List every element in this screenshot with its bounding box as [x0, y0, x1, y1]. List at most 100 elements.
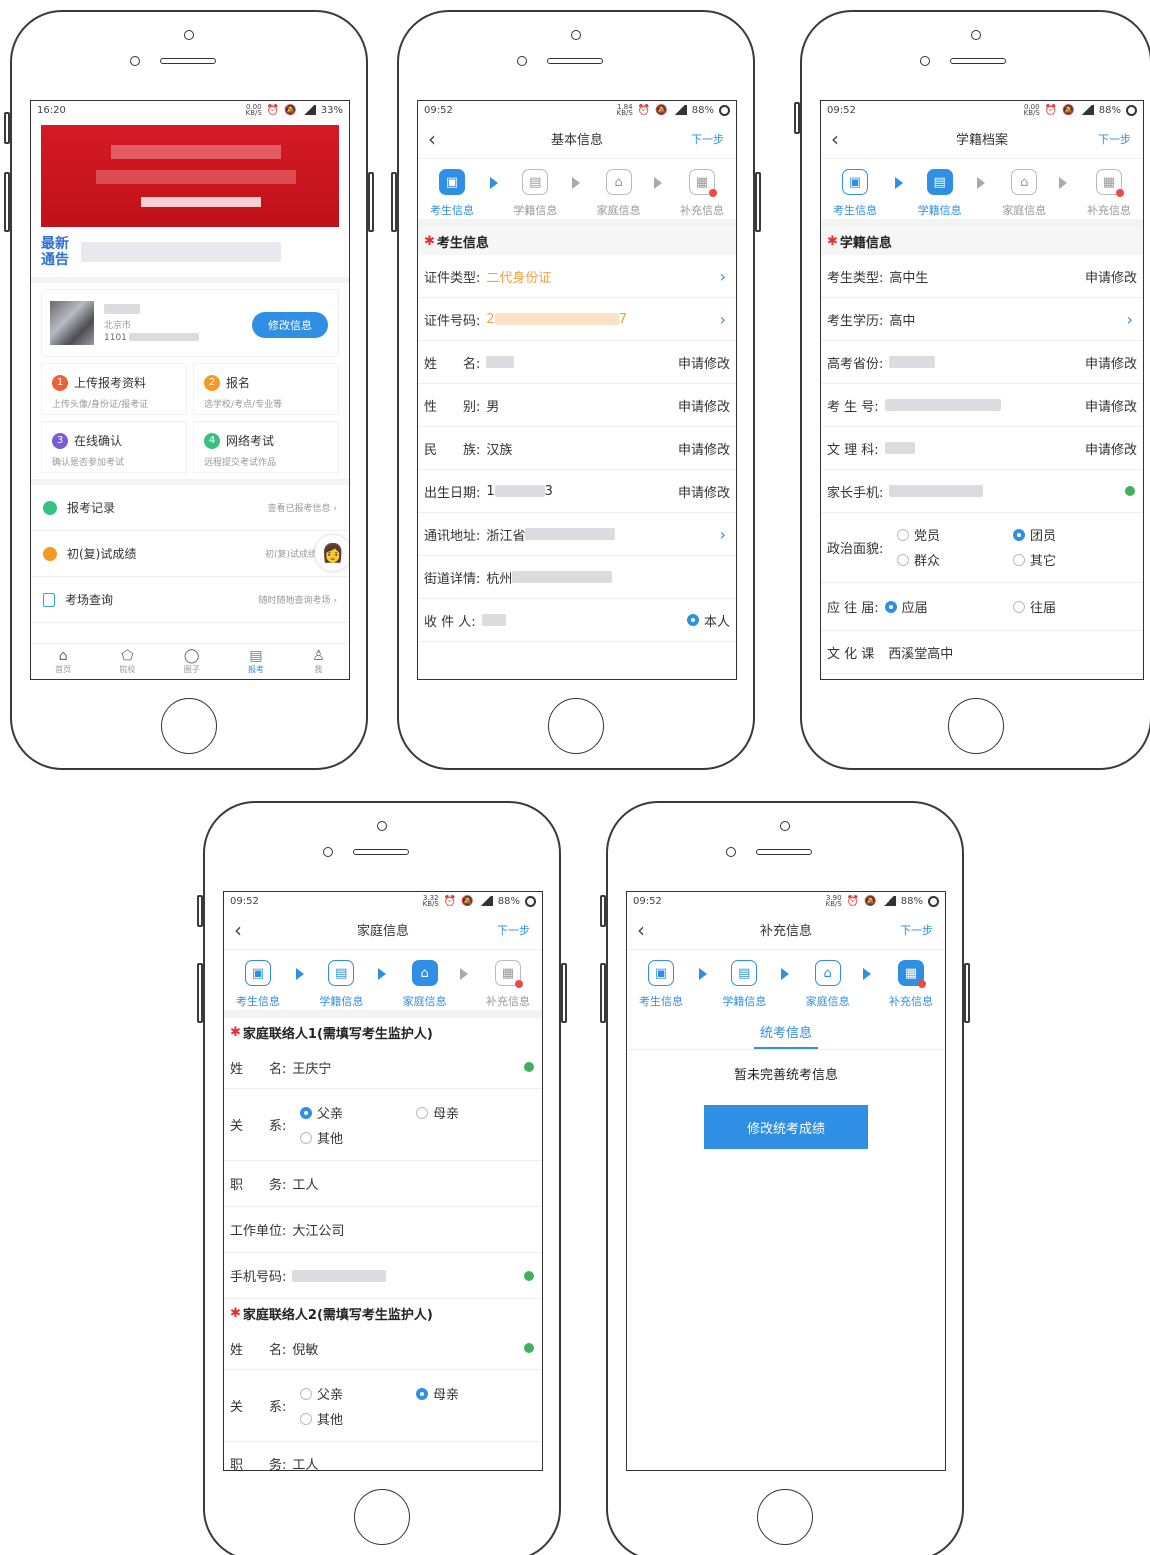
tab-circle[interactable]: ◯ 圈子 [184, 648, 200, 675]
radio-party-member[interactable]: 党员 [897, 525, 1013, 544]
parent-phone-row[interactable]: 家长手机: [821, 470, 1143, 513]
radio-mother[interactable]: 母亲 [416, 1103, 496, 1122]
next-step-button[interactable]: 下一步 [1098, 131, 1131, 147]
address-row[interactable]: 通讯地址: 浙江省 › [418, 513, 736, 556]
contact1-relation-row: 关 系: 父亲 母亲 其他 [224, 1089, 542, 1161]
radio-father[interactable]: 父亲 [300, 1103, 416, 1122]
home-button[interactable] [161, 698, 217, 754]
contact1-job-row[interactable]: 职 务: 工人 [224, 1161, 542, 1207]
net-speed: 1.84 KB/S [616, 103, 633, 117]
tab-apply[interactable]: ▤ 报考 [248, 648, 264, 675]
card-online-exam[interactable]: 4 网络考试 远程提交考试作品 [193, 421, 339, 473]
side-button [197, 963, 203, 1023]
request-change-link[interactable]: 申请修改 [678, 353, 730, 372]
request-change-link[interactable]: 申请修改 [1085, 353, 1137, 372]
id-number-row[interactable]: 证件号码: 2 7 › [418, 298, 736, 341]
step-extra[interactable]: ▦ 补充信息 [674, 169, 730, 219]
step-school[interactable]: ▤ 学籍信息 [313, 960, 369, 1010]
radio-other[interactable]: 其他 [300, 1128, 416, 1147]
customer-service-icon[interactable]: 👩 [315, 535, 349, 571]
home-button[interactable] [548, 698, 604, 754]
edit-exam-score-button[interactable]: 修改统考成绩 [704, 1105, 868, 1149]
notice-bar[interactable]: 最新 通告 [31, 227, 349, 283]
radio-other[interactable]: 其它 [1013, 550, 1093, 569]
back-icon[interactable]: ‹ [428, 119, 436, 159]
battery-icon [719, 104, 730, 116]
step-student[interactable]: ▣ 考生信息 [633, 960, 689, 1018]
request-change-link[interactable]: 申请修改 [678, 482, 730, 501]
arrow-icon [572, 177, 580, 189]
request-change-link[interactable]: 申请修改 [678, 439, 730, 458]
banner[interactable] [41, 125, 339, 227]
front-camera [184, 30, 194, 40]
step-family[interactable]: ⌂ 家庭信息 [800, 960, 856, 1018]
exam-info-tab-bar: 统考信息 [627, 1018, 945, 1050]
request-change-link[interactable]: 申请修改 [1085, 267, 1137, 286]
avatar[interactable] [50, 301, 94, 345]
request-change-link[interactable]: 申请修改 [1085, 439, 1137, 458]
request-change-link[interactable]: 申请修改 [1085, 396, 1137, 415]
contact2-job-row[interactable]: 职 务: 工人 [224, 1442, 542, 1471]
side-button [197, 895, 203, 927]
radio-current-grad[interactable]: 应届 [884, 597, 928, 616]
contact1-name-row[interactable]: 姓 名: 王庆宁 [224, 1046, 542, 1089]
home-button[interactable] [757, 1489, 813, 1545]
contact1-phone-row[interactable]: 手机号码: [224, 1253, 542, 1299]
recipient-self-radio[interactable]: 本人 [686, 611, 730, 630]
radio-mother[interactable]: 母亲 [416, 1384, 496, 1403]
gender-row: 性 别: 男申请修改 [418, 384, 736, 427]
radio-past-grad[interactable]: 往届 [1013, 597, 1056, 616]
street-row[interactable]: 街道详情: 杭州 [418, 556, 736, 599]
education-row[interactable]: 考生学历: 高中 › [821, 298, 1143, 341]
tab-home[interactable]: ⌂ 首页 [55, 648, 71, 675]
contact1-work-row[interactable]: 工作单位: 大江公司 [224, 1207, 542, 1253]
step-school[interactable]: ▤ 学籍信息 [716, 960, 772, 1018]
card-register[interactable]: 2 报名 选学校/考点/专业等 [193, 363, 339, 415]
culture-row: 文 化 课西溪堂高中 [821, 631, 1143, 674]
list-item-records[interactable]: 报考记录 查看已报考信息 › [31, 485, 349, 531]
student-card-icon: ▣ [439, 169, 465, 195]
step-student[interactable]: ▣ 考生信息 [424, 169, 480, 219]
list-item-scores[interactable]: 初(复)试成绩 初(复)试成绩 👩 [31, 531, 349, 577]
radio-father[interactable]: 父亲 [300, 1384, 416, 1403]
list-item-exam-room[interactable]: 考场查询 随时随地查询考场 › [31, 577, 349, 623]
radio-masses[interactable]: 群众 [897, 550, 1013, 569]
step-extra[interactable]: ▦ 补充信息 [1081, 169, 1137, 219]
side-button [600, 895, 606, 927]
step-school[interactable]: ▤ 学籍信息 [507, 169, 563, 219]
request-change-link[interactable]: 申请修改 [678, 396, 730, 415]
step-extra[interactable]: ▦ 补充信息 [480, 960, 536, 1010]
step-extra[interactable]: ▦ 补充信息 [883, 960, 939, 1018]
next-step-button[interactable]: 下一步 [900, 922, 933, 938]
tab-me[interactable]: ♙ 我 [312, 648, 325, 675]
page-title: 基本信息 [550, 133, 603, 148]
step-progress: ▣ 考生信息 ▤ 学籍信息 ⌂ 家庭信息 ▦ 补充信息 [224, 950, 542, 1018]
step-student[interactable]: ▣ 考生信息 [230, 960, 286, 1010]
step-school[interactable]: ▤ 学籍信息 [912, 169, 968, 219]
step-student[interactable]: ▣ 考生信息 [827, 169, 883, 219]
birthdate-row: 出生日期: 1 3 申请修改 [418, 470, 736, 513]
arrow-icon [863, 968, 871, 980]
step-family[interactable]: ⌂ 家庭信息 [996, 169, 1052, 219]
id-type-row[interactable]: 证件类型: 二代身份证 › [418, 255, 736, 298]
card-upload[interactable]: 1 上传报考资料 上传头像/身份证/报考证 [41, 363, 187, 415]
home-button[interactable] [948, 698, 1004, 754]
back-icon[interactable]: ‹ [637, 910, 645, 950]
contact2-name-row[interactable]: 姓 名: 倪敏 [224, 1327, 542, 1370]
next-step-button[interactable]: 下一步 [497, 922, 530, 938]
radio-league-member[interactable]: 团员 [1013, 525, 1093, 544]
edit-info-button[interactable]: 修改信息 [252, 312, 328, 338]
step-family[interactable]: ⌂ 家庭信息 [591, 169, 647, 219]
next-step-button[interactable]: 下一步 [691, 131, 724, 147]
back-icon[interactable]: ‹ [234, 910, 242, 950]
tab-schools[interactable]: ⬠ 院校 [119, 648, 135, 675]
net-speed: 3.32 KB/S [422, 894, 439, 908]
student-card-icon: ▣ [648, 960, 674, 986]
tab-exam-info[interactable]: 统考信息 [753, 1022, 818, 1049]
back-icon[interactable]: ‹ [831, 119, 839, 159]
home-button[interactable] [354, 1489, 410, 1545]
card-confirm[interactable]: 3 在线确认 确认是否参加考试 [41, 421, 187, 473]
radio-other[interactable]: 其他 [300, 1409, 416, 1428]
step-family[interactable]: ⌂ 家庭信息 [397, 960, 453, 1010]
empty-message: 暂未完善统考信息 [733, 1068, 838, 1083]
